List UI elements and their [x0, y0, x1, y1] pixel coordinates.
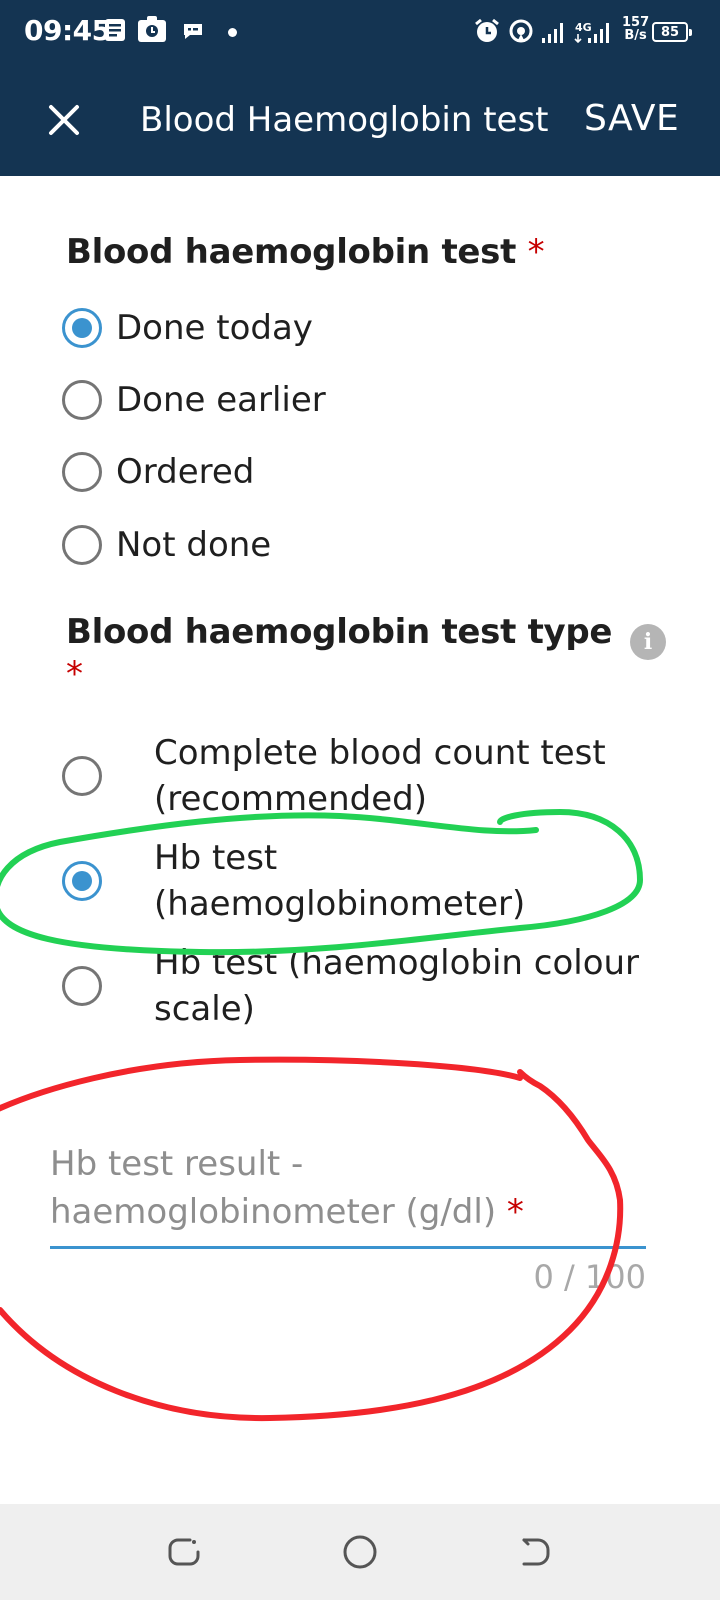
hb-result-field[interactable]: Hb test result - haemoglobinometer (g/dl… — [50, 1140, 646, 1296]
alarm-icon — [475, 18, 499, 42]
close-icon — [49, 105, 79, 135]
back-icon — [522, 1538, 550, 1566]
required-mark: * — [66, 654, 83, 694]
battery-level: 85 — [660, 24, 680, 40]
radio-label: Not done — [116, 525, 272, 565]
radio-option-done-today[interactable]: Done today — [62, 308, 313, 348]
signal-icon: 4G — [542, 21, 609, 44]
save-button[interactable]: SAVE — [584, 98, 679, 139]
hb-result-input[interactable] — [50, 1200, 646, 1240]
app-bar: Blood Haemoglobin test SAVE — [0, 64, 720, 176]
hb-result-underline — [50, 1246, 646, 1249]
status-bar: 09:45 4G 157 B/s 85 — [0, 0, 720, 64]
radio-button[interactable] — [62, 756, 102, 796]
network-speed-unit: B/s — [624, 28, 647, 43]
radio-label-line1: Hb test (haemoglobin colour — [154, 943, 640, 983]
hb-result-label-line1: Hb test result - — [50, 1144, 304, 1184]
back-button[interactable] — [516, 1532, 556, 1572]
radio-label-line2: (recommended) — [154, 779, 427, 819]
radio-label-line2: (haemoglobinometer) — [154, 884, 526, 924]
radio-option-not-done[interactable]: Not done — [62, 525, 271, 565]
question-test-type: Blood haemoglobin test type — [66, 612, 613, 652]
radio-label: Hb test (haemoglobin colour scale) — [154, 940, 664, 1032]
radio-button[interactable] — [62, 525, 102, 565]
question-test-status: Blood haemoglobin test * — [66, 232, 545, 272]
question-test-type-required: * — [66, 654, 83, 694]
network-type-label: 4G — [575, 21, 592, 34]
radio-option-hb-colour-scale[interactable]: Hb test (haemoglobin colour scale) — [62, 940, 664, 1032]
question-test-status-label: Blood haemoglobin test — [66, 232, 517, 272]
page-title: Blood Haemoglobin test — [140, 100, 549, 140]
radio-option-ordered[interactable]: Ordered — [62, 452, 254, 492]
radio-option-done-earlier[interactable]: Done earlier — [62, 380, 326, 420]
network-speed: 157 B/s — [622, 16, 649, 42]
radio-label: Ordered — [116, 452, 255, 492]
character-counter: 0 / 100 — [533, 1258, 646, 1296]
home-button[interactable] — [340, 1532, 380, 1572]
radio-button[interactable] — [62, 380, 102, 420]
battery-icon: 85 — [652, 22, 692, 42]
radio-button[interactable] — [62, 452, 102, 492]
recent-apps-icon — [168, 1538, 200, 1566]
radio-option-complete-blood-count[interactable]: Complete blood count test (recommended) — [62, 730, 664, 822]
radio-label: Hb test (haemoglobinometer) — [154, 835, 664, 927]
radio-label-line1: Hb test — [154, 838, 278, 878]
info-icon[interactable]: i — [630, 624, 666, 660]
radio-label: Done today — [116, 308, 313, 348]
radio-label: Complete blood count test (recommended) — [154, 730, 664, 822]
radio-button-selected[interactable] — [62, 308, 102, 348]
hotspot-icon — [509, 19, 533, 43]
radio-button-selected[interactable] — [62, 861, 102, 901]
status-time: 09:45 — [24, 14, 111, 47]
question-test-type-label: Blood haemoglobin test type — [66, 612, 613, 652]
radio-label-line2: scale) — [154, 989, 255, 1029]
radio-label-line1: Complete blood count test — [154, 733, 606, 773]
close-button[interactable] — [40, 96, 88, 144]
required-mark: * — [527, 232, 545, 272]
radio-label: Done earlier — [116, 380, 326, 420]
notes-icon — [105, 19, 125, 41]
system-nav-bar — [0, 1504, 720, 1600]
app-notification-icon — [138, 16, 166, 42]
radio-button[interactable] — [62, 966, 102, 1006]
recent-apps-button[interactable] — [164, 1532, 204, 1572]
message-icon — [184, 24, 202, 39]
more-notifications-dot — [228, 28, 237, 37]
radio-option-hb-haemoglobinometer[interactable]: Hb test (haemoglobinometer) — [62, 835, 664, 927]
home-icon — [343, 1535, 377, 1569]
